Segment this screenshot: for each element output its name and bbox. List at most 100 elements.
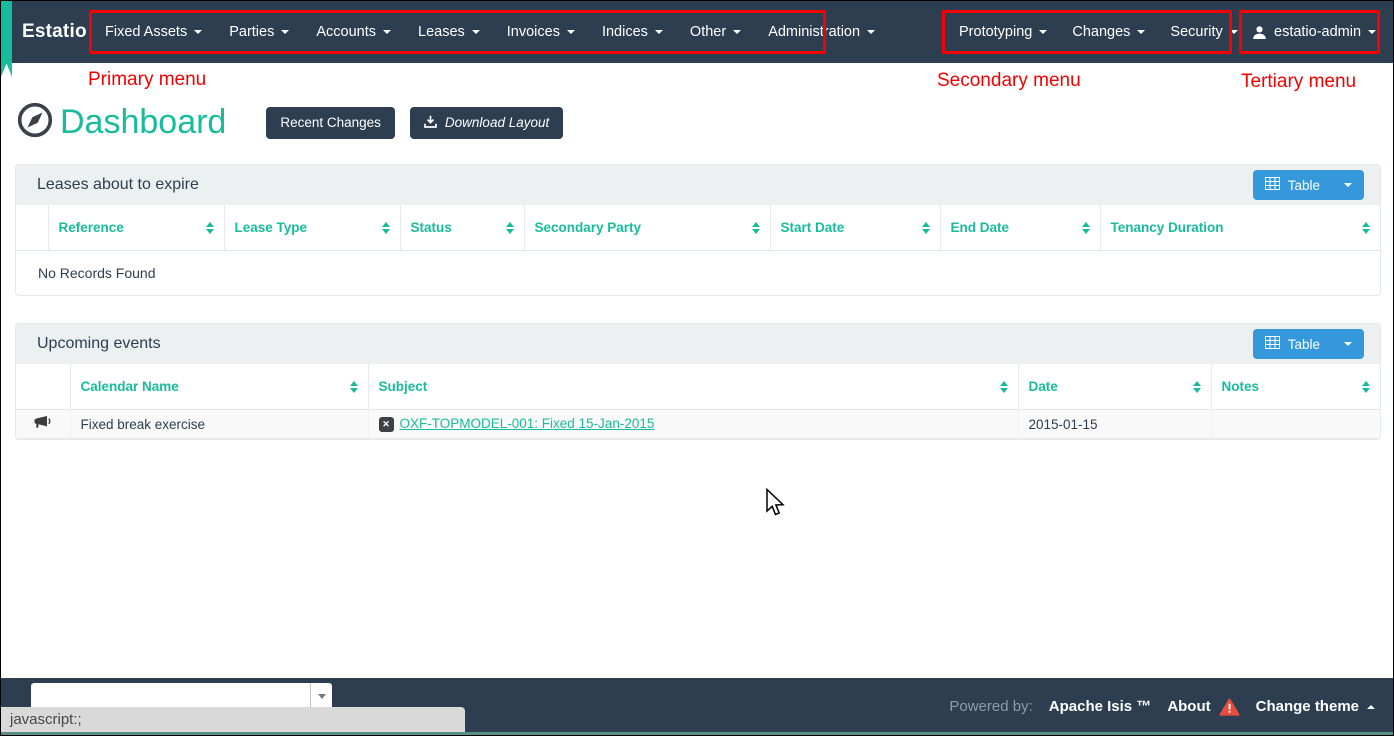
events-table-view-button[interactable]: Table (1253, 329, 1364, 359)
leases-table: Reference Lease Type Status Secondary Pa… (16, 205, 1380, 295)
leases-panel-header: Leases about to expire Table (16, 165, 1380, 205)
column-calendar-name[interactable]: Calendar Name (70, 364, 368, 410)
sort-icon[interactable] (1362, 381, 1370, 393)
menu-indices[interactable]: Indices (602, 24, 663, 40)
warning-icon (1219, 698, 1240, 716)
secondary-menu: Prototyping Changes Security (959, 1, 1238, 63)
chevron-down-icon (194, 30, 202, 34)
sort-icon[interactable] (1000, 381, 1008, 393)
recent-changes-button[interactable]: Recent Changes (266, 107, 395, 139)
sort-icon[interactable] (752, 222, 760, 234)
sort-icon[interactable] (350, 381, 358, 393)
column-lease-type[interactable]: Lease Type (224, 205, 400, 251)
row-icon-column (16, 364, 70, 410)
table-grid-icon (1265, 177, 1280, 193)
column-reference[interactable]: Reference (48, 205, 224, 251)
chevron-up-icon (1367, 705, 1375, 709)
column-end-date[interactable]: End Date (940, 205, 1100, 251)
event-row-icon-cell (16, 410, 70, 439)
menu-security[interactable]: Security (1170, 24, 1237, 40)
no-records-message: No Records Found (16, 251, 1380, 296)
footer-combobox[interactable] (31, 683, 332, 710)
sort-icon[interactable] (1082, 222, 1090, 234)
page-header: Dashboard Recent Changes Download Layout (16, 101, 563, 144)
theme-ribbon (1, 1, 12, 77)
sort-icon[interactable] (382, 222, 390, 234)
menu-other[interactable]: Other (690, 24, 741, 40)
status-bar: javascript:; (1, 707, 465, 732)
menu-accounts[interactable]: Accounts (316, 24, 391, 40)
mouse-cursor (764, 488, 790, 523)
brand-logo[interactable]: Estatio (22, 1, 87, 63)
menu-parties[interactable]: Parties (229, 24, 289, 40)
annotation-tertiary-menu-label: Tertiary menu (1241, 71, 1356, 93)
sort-icon[interactable] (1193, 381, 1201, 393)
user-menu[interactable]: estatio-admin (1252, 24, 1376, 40)
events-panel-header: Upcoming events Table (16, 324, 1380, 364)
download-layout-button[interactable]: Download Layout (410, 107, 563, 139)
column-subject[interactable]: Subject (368, 364, 1018, 410)
chevron-down-icon (1344, 342, 1352, 346)
user-icon (1252, 25, 1267, 40)
event-notes (1211, 410, 1380, 439)
events-table: Calendar Name Subject Date Notes Fixed b… (16, 364, 1380, 439)
sort-icon[interactable] (922, 222, 930, 234)
event-row: Fixed break exercise ✕ OXF-TOPMODEL-001: … (16, 410, 1380, 439)
event-subject-link[interactable]: OXF-TOPMODEL-001: Fixed 15-Jan-2015 (400, 416, 655, 431)
annotation-primary-menu-label: Primary menu (88, 69, 206, 91)
combobox-caret-icon[interactable] (310, 683, 332, 710)
event-date: 2015-01-15 (1018, 410, 1211, 439)
about-link[interactable]: About (1167, 698, 1239, 716)
apache-isis-link[interactable]: Apache Isis ™ (1049, 698, 1152, 715)
no-records-row: No Records Found (16, 251, 1380, 296)
column-date[interactable]: Date (1018, 364, 1211, 410)
menu-administration[interactable]: Administration (768, 24, 875, 40)
column-secondary-party[interactable]: Secondary Party (524, 205, 770, 251)
chevron-down-icon (472, 30, 480, 34)
x-icon: ✕ (379, 417, 394, 432)
upcoming-events-panel: Upcoming events Table Calendar Name Subj… (15, 323, 1381, 440)
chevron-down-icon (383, 30, 391, 34)
page-title: Dashboard (60, 103, 226, 142)
menu-prototyping[interactable]: Prototyping (959, 24, 1047, 40)
chevron-down-icon (1230, 30, 1238, 34)
chevron-down-icon (1368, 30, 1376, 34)
column-tenancy-duration[interactable]: Tenancy Duration (1100, 205, 1380, 251)
tertiary-menu: estatio-admin (1252, 1, 1376, 63)
chevron-down-icon (1137, 30, 1145, 34)
annotation-secondary-menu-label: Secondary menu (937, 70, 1081, 92)
event-subject-cell: ✕ OXF-TOPMODEL-001: Fixed 15-Jan-2015 (368, 410, 1018, 439)
menu-changes[interactable]: Changes (1072, 24, 1145, 40)
window-edge (1, 732, 1393, 735)
column-start-date[interactable]: Start Date (770, 205, 940, 251)
column-notes[interactable]: Notes (1211, 364, 1380, 410)
sort-icon[interactable] (206, 222, 214, 234)
top-navbar: Estatio Fixed Assets Parties Accounts Le… (1, 1, 1393, 63)
column-status[interactable]: Status (400, 205, 524, 251)
change-theme-link[interactable]: Change theme (1256, 698, 1375, 715)
sort-icon[interactable] (506, 222, 514, 234)
sort-icon[interactable] (1362, 222, 1370, 234)
chevron-down-icon (733, 30, 741, 34)
chevron-down-icon (655, 30, 663, 34)
estatio-window: Estatio Fixed Assets Parties Accounts Le… (0, 0, 1394, 736)
powered-by-label: Powered by: (949, 698, 1032, 715)
menu-leases[interactable]: Leases (418, 24, 480, 40)
chevron-down-icon (1039, 30, 1047, 34)
primary-menu: Fixed Assets Parties Accounts Leases Inv… (105, 1, 875, 63)
events-panel-title: Upcoming events (37, 335, 1253, 353)
chevron-down-icon (567, 30, 575, 34)
leases-table-view-button[interactable]: Table (1253, 170, 1364, 200)
compass-icon (16, 101, 54, 144)
leases-panel: Leases about to expire Table Reference L… (15, 164, 1381, 296)
event-calendar-name: Fixed break exercise (70, 410, 368, 439)
row-icon-column (16, 205, 48, 251)
bullhorn-icon (34, 418, 52, 433)
leases-panel-title: Leases about to expire (37, 176, 1253, 194)
menu-invoices[interactable]: Invoices (507, 24, 575, 40)
menu-fixed-assets[interactable]: Fixed Assets (105, 24, 202, 40)
chevron-down-icon (867, 30, 875, 34)
chevron-down-icon (281, 30, 289, 34)
download-icon (424, 115, 437, 131)
footer-links: Powered by: Apache Isis ™ About Change t… (949, 678, 1375, 735)
